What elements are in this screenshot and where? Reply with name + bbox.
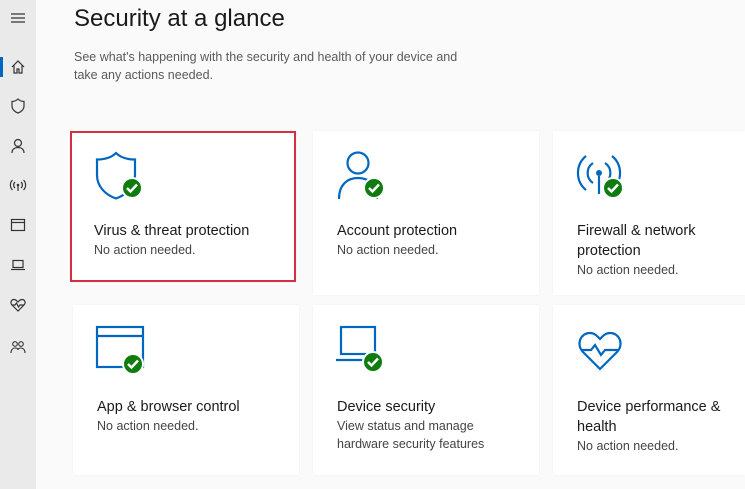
browser-check-icon — [95, 323, 155, 383]
card-status: No action needed. — [97, 419, 199, 433]
card-title: Firewall & network protection — [577, 223, 696, 259]
sidebar-item-device-performance[interactable] — [0, 290, 36, 320]
wireless-icon — [9, 179, 27, 191]
card-app-browser-control[interactable]: App & browser control No action needed. — [73, 305, 299, 475]
card-status: No action needed. — [577, 263, 679, 277]
card-account-protection[interactable]: Account protection No action needed. — [313, 131, 539, 295]
navigation-sidebar — [0, 0, 37, 489]
card-title: App & browser control — [97, 399, 240, 415]
card-title: Device security — [337, 399, 436, 415]
menu-button[interactable] — [0, 3, 36, 33]
wireless-check-icon — [575, 149, 635, 209]
card-title: Device performance & health — [577, 399, 721, 435]
shield-icon — [11, 98, 25, 114]
main-content: Security at a glance See what's happenin… — [36, 0, 745, 489]
home-icon — [11, 60, 25, 74]
sidebar-item-firewall[interactable] — [0, 170, 36, 200]
sidebar-item-account-protection[interactable] — [0, 131, 36, 161]
menu-icon — [11, 13, 25, 23]
card-status: View status and manage hardware security… — [337, 419, 485, 451]
laptop-check-icon — [335, 323, 395, 383]
sidebar-item-app-browser[interactable] — [0, 210, 36, 240]
card-firewall-network-protection[interactable]: Firewall & network protection No action … — [553, 131, 745, 295]
shield-check-icon — [92, 149, 152, 209]
card-status: No action needed. — [337, 243, 439, 257]
family-icon — [10, 341, 26, 354]
page-title: Security at a glance — [74, 5, 285, 32]
sidebar-item-virus-protection[interactable] — [0, 91, 36, 121]
sidebar-item-family-options[interactable] — [0, 332, 36, 362]
card-title: Virus & threat protection — [94, 223, 250, 239]
heart-pulse-icon — [575, 323, 635, 383]
page-subtitle: See what's happening with the security a… — [74, 50, 458, 82]
card-device-security[interactable]: Device security View status and manage h… — [313, 305, 539, 475]
sidebar-item-home[interactable] — [0, 52, 36, 82]
laptop-icon — [11, 259, 25, 271]
heart-icon — [10, 298, 26, 312]
card-status: No action needed. — [94, 243, 196, 257]
person-check-icon — [335, 149, 395, 209]
card-status: No action needed. — [577, 439, 679, 453]
card-virus-threat-protection[interactable]: Virus & threat protection No action need… — [70, 131, 296, 282]
card-title: Account protection — [337, 223, 458, 239]
sidebar-item-device-security[interactable] — [0, 250, 36, 280]
person-icon — [11, 138, 25, 154]
card-device-performance-health[interactable]: Device performance & health No action ne… — [553, 305, 745, 475]
browser-icon — [10, 218, 26, 232]
